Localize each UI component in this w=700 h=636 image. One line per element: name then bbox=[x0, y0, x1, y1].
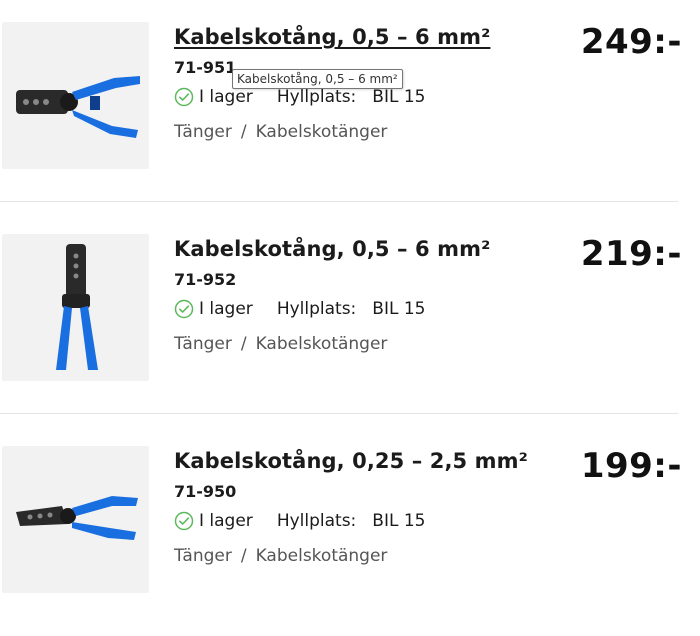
shelf-value: BIL 15 bbox=[372, 511, 426, 531]
breadcrumb-item[interactable]: Kabelskotänger bbox=[256, 122, 388, 142]
article-number: 71-952 bbox=[174, 270, 237, 289]
breadcrumb: Tänger / Kabelskotänger bbox=[174, 546, 387, 566]
crimping-tool-horizontal-image bbox=[16, 76, 140, 138]
product-image[interactable] bbox=[2, 22, 149, 169]
shelf-label: Hyllplats: bbox=[276, 299, 357, 319]
shelf-value: BIL 15 bbox=[372, 299, 426, 319]
crimping-tool-vertical-image bbox=[56, 244, 98, 370]
product-price: 199:- bbox=[580, 446, 682, 486]
product-card: Kabelskotång, 0,5 – 6 mm² 71-951 I lager… bbox=[0, 0, 700, 212]
shelf-label: Hyllplats: bbox=[276, 511, 357, 531]
check-circle-icon bbox=[174, 299, 194, 319]
product-image[interactable] bbox=[2, 446, 149, 593]
product-price: 249:- bbox=[580, 22, 682, 62]
breadcrumb-separator: / bbox=[240, 546, 247, 566]
breadcrumb: Tänger / Kabelskotänger bbox=[174, 122, 387, 142]
shelf-value: BIL 15 bbox=[372, 87, 426, 107]
breadcrumb-separator: / bbox=[240, 122, 247, 142]
shelf-label: Hyllplats: bbox=[276, 87, 357, 107]
article-number: 71-951 bbox=[174, 58, 237, 77]
crimping-tool-horizontal-image bbox=[16, 496, 138, 540]
title-tooltip: Kabelskotång, 0,5 – 6 mm² bbox=[232, 69, 403, 89]
breadcrumb-item[interactable]: Kabelskotänger bbox=[256, 546, 388, 566]
breadcrumb-item[interactable]: Kabelskotänger bbox=[256, 334, 388, 354]
breadcrumb-item[interactable]: Tänger bbox=[174, 122, 232, 142]
stock-row: I lager Hyllplats: BIL 15 bbox=[174, 87, 425, 107]
stock-status: I lager bbox=[199, 511, 253, 531]
breadcrumb-item[interactable]: Tänger bbox=[174, 546, 232, 566]
product-title[interactable]: Kabelskotång, 0,5 – 6 mm² bbox=[174, 25, 490, 49]
breadcrumb-item[interactable]: Tänger bbox=[174, 334, 232, 354]
product-card: Kabelskotång, 0,25 – 2,5 mm² 71-950 I la… bbox=[0, 424, 700, 636]
stock-row: I lager Hyllplats: BIL 15 bbox=[174, 299, 425, 319]
product-title[interactable]: Kabelskotång, 0,25 – 2,5 mm² bbox=[174, 449, 528, 473]
stock-status: I lager bbox=[199, 87, 253, 107]
breadcrumb-separator: / bbox=[240, 334, 247, 354]
check-circle-icon bbox=[174, 511, 194, 531]
stock-row: I lager Hyllplats: BIL 15 bbox=[174, 511, 425, 531]
product-card: Kabelskotång, 0,5 – 6 mm² 71-952 I lager… bbox=[0, 212, 700, 424]
product-image[interactable] bbox=[2, 234, 149, 381]
product-title[interactable]: Kabelskotång, 0,5 – 6 mm² bbox=[174, 237, 490, 261]
divider bbox=[0, 201, 678, 202]
product-price: 219:- bbox=[580, 234, 682, 274]
stock-status: I lager bbox=[199, 299, 253, 319]
article-number: 71-950 bbox=[174, 482, 237, 501]
breadcrumb: Tänger / Kabelskotänger bbox=[174, 334, 387, 354]
check-circle-icon bbox=[174, 87, 194, 107]
divider bbox=[0, 413, 678, 414]
